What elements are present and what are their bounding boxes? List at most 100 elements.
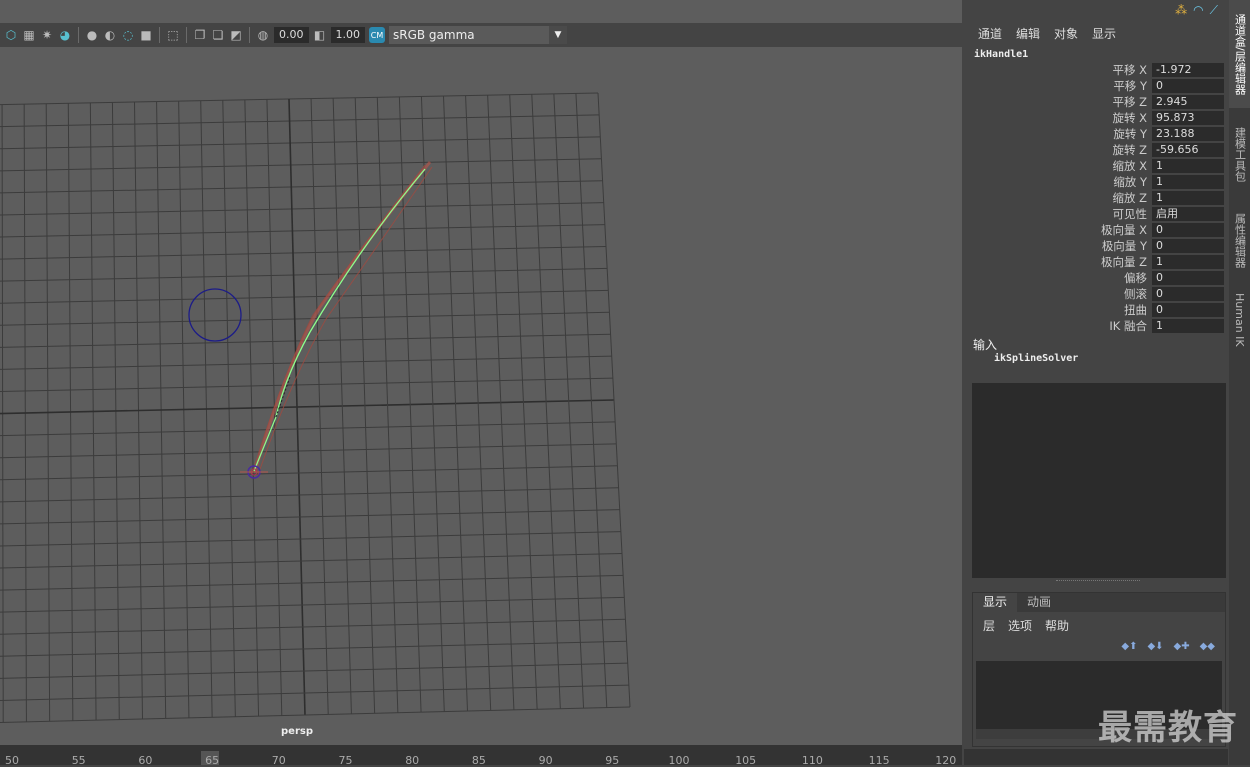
attribute-editor-toggle-icon[interactable]: ⟋ [1210, 3, 1218, 18]
menu-show[interactable]: 显示 [1092, 25, 1116, 42]
attribute-row[interactable]: 旋转 X 95.873 [964, 110, 1228, 126]
layer-editor-toggle-icon[interactable]: ◠ [1193, 3, 1203, 18]
attribute-value-field[interactable]: 0 [1152, 79, 1224, 93]
attribute-label[interactable]: IK 融合 [1109, 318, 1147, 334]
xray-joints-icon[interactable]: ❐ [193, 28, 207, 42]
attribute-label[interactable]: 缩放 Y [1113, 174, 1147, 190]
attribute-label[interactable]: 旋转 Z [1112, 142, 1147, 158]
menu-options[interactable]: 选项 [1008, 617, 1032, 634]
color-management-icon[interactable]: CM [369, 27, 385, 43]
move-layer-down-icon[interactable]: ◆⬇ [1147, 641, 1163, 652]
backface-icon[interactable]: ◩ [229, 28, 243, 42]
gamma-icon[interactable]: ◧ [313, 28, 327, 42]
input-node-solver[interactable]: ikSplineSolver [994, 353, 1078, 364]
attribute-row[interactable]: 侧滚 0 [964, 286, 1228, 302]
panel-splitter[interactable] [1056, 580, 1140, 581]
attribute-value-field[interactable]: 0 [1152, 239, 1224, 253]
attribute-value-field[interactable]: 95.873 [1152, 111, 1224, 125]
new-layer-icon[interactable]: ◆✚ [1174, 641, 1190, 652]
attribute-value-field[interactable]: 1 [1152, 255, 1224, 269]
time-slider[interactable]: 50 55 60 65 70 75 80 85 90 95 100 105 110 115 120 [0, 745, 962, 767]
attribute-value-field[interactable]: 0 [1152, 223, 1224, 237]
viewport-scene[interactable] [0, 47, 962, 745]
attribute-value-field[interactable]: 23.188 [1152, 127, 1224, 141]
xray-icon[interactable]: ⬚ [166, 28, 180, 42]
attribute-value-field[interactable]: 启用 [1152, 207, 1224, 221]
attribute-value-field[interactable]: 0 [1152, 303, 1224, 317]
tab-channel-box[interactable]: 通道盒/层编辑器 [1229, 0, 1250, 108]
menu-object[interactable]: 对象 [1054, 25, 1078, 42]
attribute-value-field[interactable]: 1 [1152, 319, 1224, 333]
gamma-field[interactable]: 1.00 [330, 27, 365, 43]
chevron-down-icon[interactable]: ▼ [549, 26, 567, 44]
attribute-row[interactable]: 极向量 Z 1 [964, 254, 1228, 270]
3d-viewport[interactable]: ⬡ ▦ ✷ ◕ ● ◐ ◌ ■ ⬚ ❐ ❏ ◩ ◍ 0.00 ◧ 1.00 CM… [0, 0, 962, 745]
attribute-row[interactable]: 缩放 Z 1 [964, 190, 1228, 206]
colorspace-dropdown[interactable]: sRGB gamma ▼ [389, 26, 567, 44]
xray-active-icon[interactable]: ❏ [211, 28, 225, 42]
attribute-label[interactable]: 极向量 X [1101, 222, 1147, 238]
attribute-row[interactable]: 平移 X -1.972 [964, 62, 1228, 78]
attribute-row[interactable]: 缩放 Y 1 [964, 174, 1228, 190]
attribute-label[interactable]: 侧滚 [1124, 286, 1147, 302]
attribute-label[interactable]: 扭曲 [1124, 302, 1147, 318]
tab-human-ik[interactable]: Human IK [1229, 284, 1250, 356]
anti-alias-icon[interactable]: ◌ [121, 28, 135, 42]
attribute-row[interactable]: 极向量 Y 0 [964, 238, 1228, 254]
motion-blur-icon[interactable]: ◐ [103, 28, 117, 42]
attribute-row[interactable]: 缩放 X 1 [964, 158, 1228, 174]
attribute-row[interactable]: 可见性 启用 [964, 206, 1228, 222]
new-layer-selected-icon[interactable]: ◆◆ [1200, 641, 1215, 652]
shadow-icon[interactable]: ◕ [58, 28, 72, 42]
channel-box-toggle-icon[interactable]: ⁂ [1175, 3, 1187, 18]
attribute-label[interactable]: 旋转 X [1112, 110, 1147, 126]
tab-animation[interactable]: 动画 [1017, 593, 1061, 612]
attribute-label[interactable]: 缩放 Z [1112, 190, 1147, 206]
attribute-value-field[interactable]: -1.972 [1152, 63, 1224, 77]
attribute-row[interactable]: IK 融合 1 [964, 318, 1228, 334]
attribute-label[interactable]: 平移 Y [1113, 78, 1147, 94]
move-layer-up-icon[interactable]: ◆⬆ [1121, 641, 1137, 652]
attribute-row[interactable]: 平移 Y 0 [964, 78, 1228, 94]
attribute-row[interactable]: 偏移 0 [964, 270, 1228, 286]
timeline-tick-label: 50 [5, 754, 19, 767]
attribute-value-field[interactable]: 2.945 [1152, 95, 1224, 109]
attribute-row[interactable]: 旋转 Z -59.656 [964, 142, 1228, 158]
attribute-label[interactable]: 缩放 X [1112, 158, 1147, 174]
tab-display[interactable]: 显示 [973, 593, 1018, 612]
exposure-icon[interactable]: ◍ [256, 28, 270, 42]
attribute-value-field[interactable]: -59.656 [1152, 143, 1224, 157]
attribute-label[interactable]: 偏移 [1124, 270, 1147, 286]
ambient-occlusion-icon[interactable]: ● [85, 28, 99, 42]
menu-layers[interactable]: 层 [983, 617, 995, 634]
attribute-row[interactable]: 极向量 X 0 [964, 222, 1228, 238]
timeline-tick-label: 65 [205, 754, 220, 767]
timeline-tick-label: 105 [735, 754, 757, 767]
attribute-row[interactable]: 平移 Z 2.945 [964, 94, 1228, 110]
light-icon[interactable]: ✷ [40, 28, 54, 42]
attribute-label[interactable]: 极向量 Y [1102, 238, 1147, 254]
checker-texture-icon[interactable]: ▦ [22, 28, 36, 42]
attribute-label[interactable]: 平移 Z [1112, 94, 1147, 110]
attribute-label[interactable]: 极向量 Z [1101, 254, 1147, 270]
node-name[interactable]: ikHandle1 [974, 49, 1028, 60]
menu-edit[interactable]: 编辑 [1016, 25, 1040, 42]
locator-circle[interactable] [188, 288, 242, 342]
menu-help[interactable]: 帮助 [1045, 617, 1069, 634]
exposure-field[interactable]: 0.00 [274, 27, 309, 43]
attribute-value-field[interactable]: 0 [1152, 287, 1224, 301]
attribute-row[interactable]: 旋转 Y 23.188 [964, 126, 1228, 142]
menu-channels[interactable]: 通道 [978, 25, 1002, 42]
attribute-value-field[interactable]: 0 [1152, 271, 1224, 285]
attribute-value-field[interactable]: 1 [1152, 159, 1224, 173]
attribute-label[interactable]: 可见性 [1113, 206, 1148, 222]
isolate-select-icon[interactable]: ■ [139, 28, 153, 42]
tab-attribute-editor[interactable]: 属性编辑器 [1229, 200, 1250, 280]
wireframe-cube-icon[interactable]: ⬡ [4, 28, 18, 42]
tab-modeling-toolkit[interactable]: 建模工具包 [1229, 112, 1250, 196]
attribute-label[interactable]: 旋转 Y [1113, 126, 1147, 142]
attribute-label[interactable]: 平移 X [1112, 62, 1147, 78]
attribute-row[interactable]: 扭曲 0 [964, 302, 1228, 318]
attribute-value-field[interactable]: 1 [1152, 191, 1224, 205]
attribute-value-field[interactable]: 1 [1152, 175, 1224, 189]
